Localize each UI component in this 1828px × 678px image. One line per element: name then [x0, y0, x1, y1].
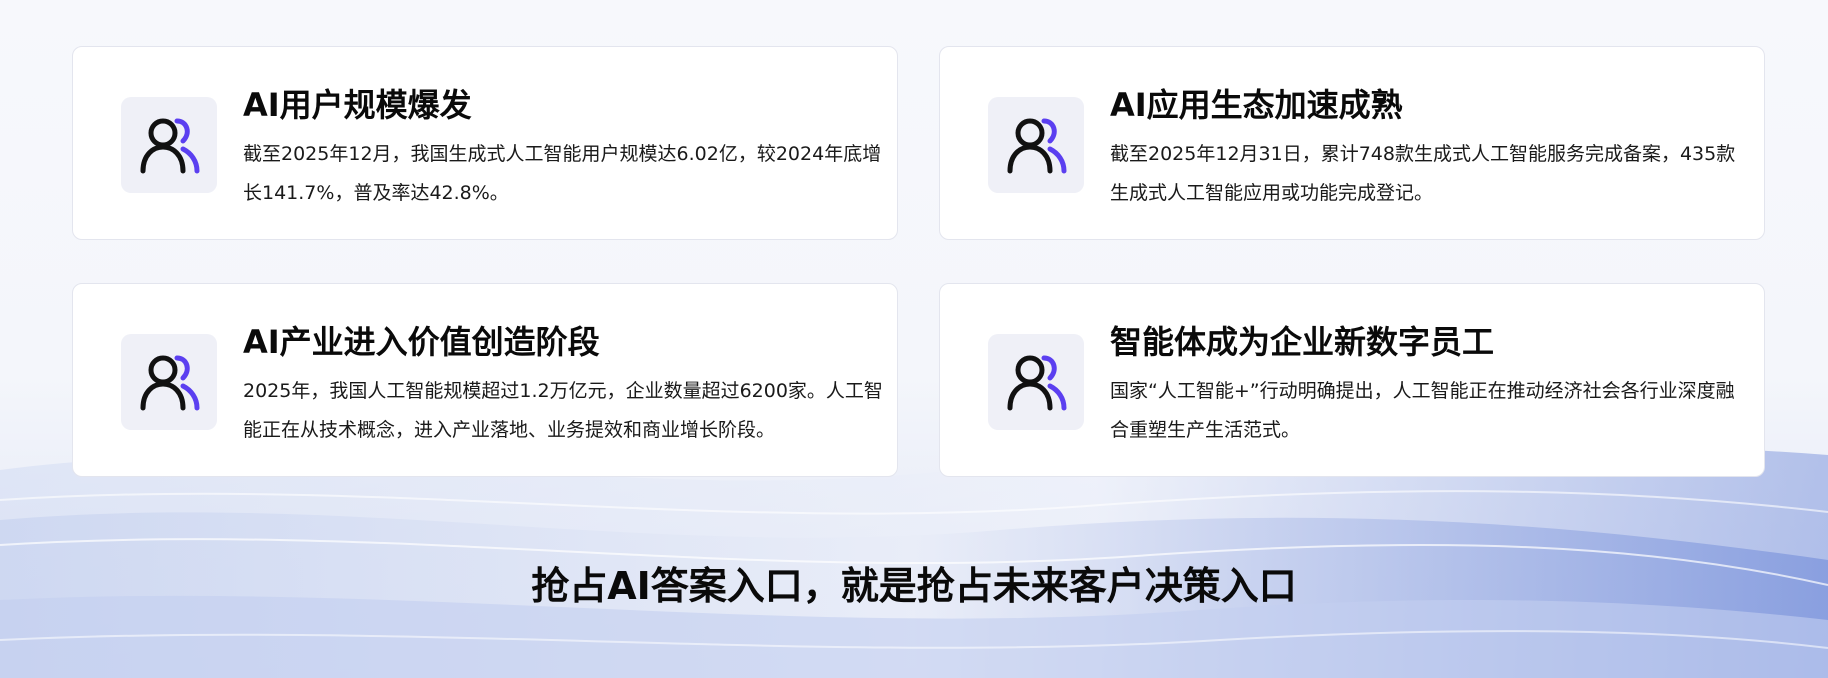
- card-description: 国家“人工智能+”行动明确提出，人工智能正在推动经济社会各行业深度融合重塑生产生…: [1110, 380, 1735, 441]
- card-title: AI产业进入价值创造阶段: [243, 323, 600, 361]
- users-icon: [988, 334, 1084, 430]
- users-icon: [988, 97, 1084, 193]
- users-icon: [121, 334, 217, 430]
- stat-card-user-scale: AI用户规模爆发 截至2025年12月，我国生成式人工智能用户规模达6.02亿，…: [72, 46, 898, 240]
- card-description: 2025年，我国人工智能规模超过1.2万亿元，企业数量超过6200家。人工智能正…: [243, 380, 883, 441]
- stat-card-digital-employee: 智能体成为企业新数字员工 国家“人工智能+”行动明确提出，人工智能正在推动经济社…: [939, 283, 1765, 477]
- users-icon: [121, 97, 217, 193]
- card-title: AI应用生态加速成熟: [1110, 86, 1403, 124]
- card-title: AI用户规模爆发: [243, 86, 472, 124]
- card-description: 截至2025年12月31日，累计748款生成式人工智能服务完成备案，435款生成…: [1110, 143, 1736, 204]
- stat-card-industry-value: AI产业进入价值创造阶段 2025年，我国人工智能规模超过1.2万亿元，企业数量…: [72, 283, 898, 477]
- footer-headline: 抢占AI答案入口，就是抢占未来客户决策入口: [531, 564, 1297, 608]
- card-title: 智能体成为企业新数字员工: [1110, 323, 1495, 361]
- stat-card-app-ecosystem: AI应用生态加速成熟 截至2025年12月31日，累计748款生成式人工智能服务…: [939, 46, 1765, 240]
- card-description: 截至2025年12月，我国生成式人工智能用户规模达6.02亿，较2024年底增长…: [243, 143, 882, 204]
